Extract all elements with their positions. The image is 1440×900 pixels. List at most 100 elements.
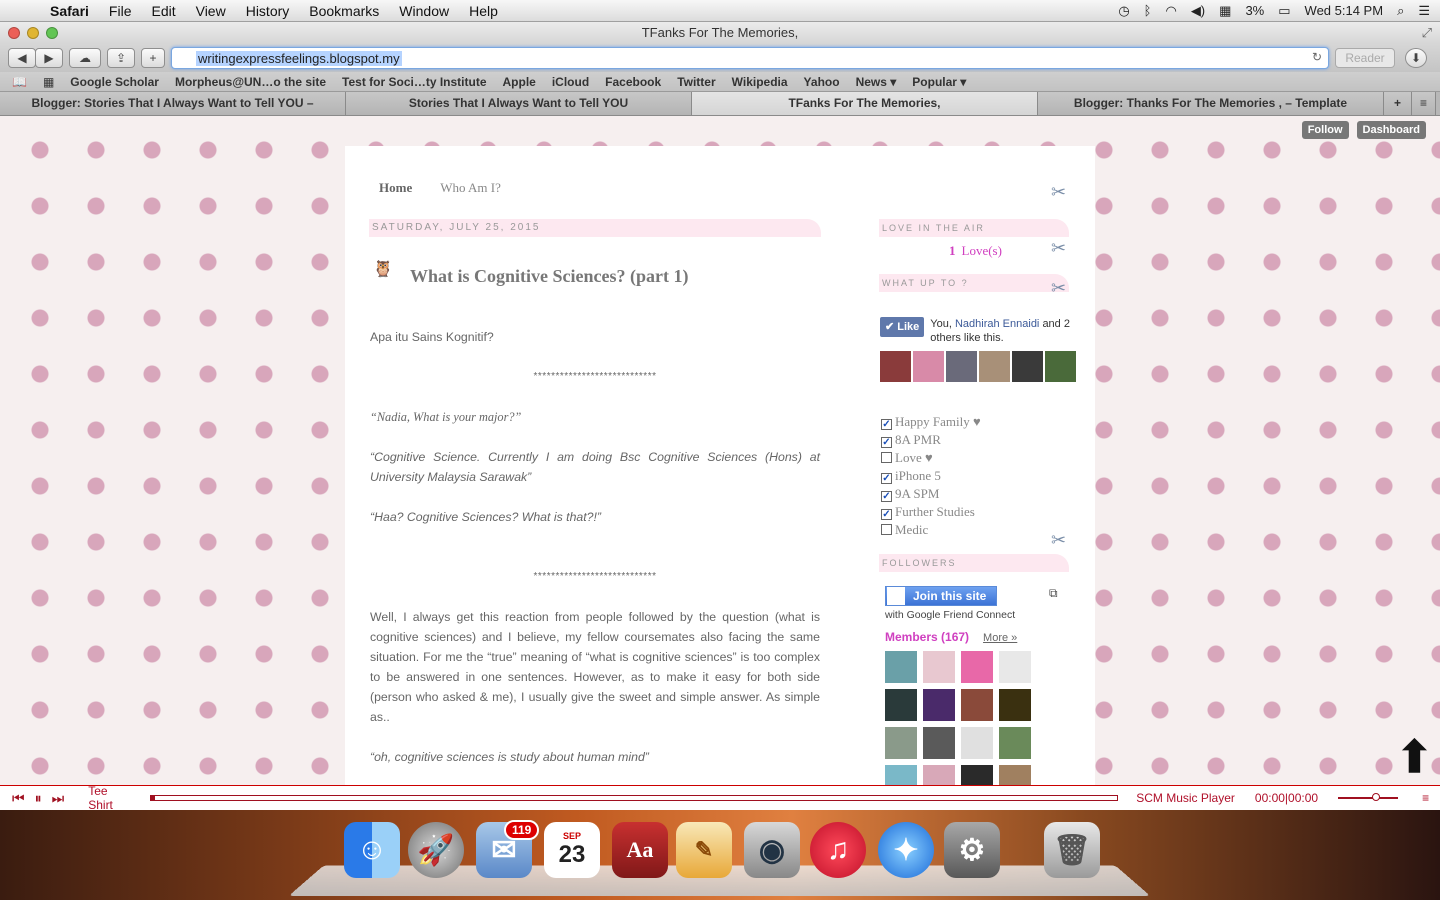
checklist-item[interactable]: Love ♥ (881, 449, 981, 467)
avatar[interactable] (923, 689, 955, 721)
avatar[interactable] (979, 351, 1010, 382)
volume-slider[interactable] (1338, 793, 1399, 801)
notification-center-icon[interactable]: ☰ (1418, 3, 1430, 19)
avatar[interactable] (885, 765, 917, 785)
safari-icon[interactable]: ✦ (878, 822, 934, 878)
address-bar[interactable]: writingexpressfeelings.blogspot.my ↻ (171, 47, 1329, 69)
avatar[interactable] (923, 727, 955, 759)
bookmark-item[interactable]: Popular ▾ (912, 75, 966, 89)
reading-list-icon[interactable]: 📖 (12, 75, 27, 89)
more-members-link[interactable]: More » (983, 632, 1017, 644)
launchpad-icon[interactable]: 🚀 (408, 822, 464, 878)
tab-tfanks-active[interactable]: TFanks For The Memories, (692, 92, 1038, 115)
checklist-item[interactable]: Medic (881, 521, 981, 539)
menu-app-name[interactable]: Safari (40, 3, 99, 19)
facebook-like-button[interactable]: ✔ Like (880, 317, 925, 337)
zoom-window-button[interactable] (46, 27, 58, 39)
tab-blogger-template[interactable]: Blogger: Thanks For The Memories , – Tem… (1038, 92, 1384, 115)
avatar[interactable] (885, 651, 917, 683)
checkbox-unchecked[interactable] (881, 452, 892, 463)
post-title[interactable]: What is Cognitive Sciences? (part 1) (410, 266, 688, 287)
menu-bookmarks[interactable]: Bookmarks (299, 3, 389, 19)
facetime-icon[interactable]: ◉ (744, 822, 800, 878)
tab-blogger-stories[interactable]: Blogger: Stories That I Always Want to T… (0, 92, 346, 115)
avatar[interactable] (961, 765, 993, 785)
scroll-to-top-icon[interactable]: ⬆ (1396, 732, 1433, 783)
new-tab-button[interactable]: + (141, 48, 165, 68)
checkbox-checked[interactable]: ✓ (881, 509, 892, 520)
bookmark-item[interactable]: Wikipedia (732, 75, 788, 89)
pages-icon[interactable]: ✎ (676, 822, 732, 878)
calendar-status-icon[interactable]: ▦ (1219, 3, 1231, 19)
menu-edit[interactable]: Edit (141, 3, 185, 19)
bookmark-item[interactable]: iCloud (552, 75, 589, 89)
spotlight-icon[interactable]: ⌕ (1397, 3, 1404, 19)
share-button[interactable]: ⇪ (107, 48, 135, 68)
reload-icon[interactable]: ↻ (1312, 50, 1322, 64)
itunes-icon[interactable]: ♫ (810, 822, 866, 878)
bookmark-item[interactable]: Yahoo (804, 75, 840, 89)
avatar[interactable] (999, 651, 1031, 683)
forward-button[interactable]: ▶ (35, 48, 63, 68)
dictionary-icon[interactable]: Aa (612, 822, 668, 878)
avatar[interactable] (923, 651, 955, 683)
bookmark-item[interactable]: Apple (503, 75, 536, 89)
menu-view[interactable]: View (186, 3, 236, 19)
avatar[interactable] (961, 727, 993, 759)
finder-icon[interactable]: ☺ (344, 822, 400, 878)
wifi-icon[interactable]: ◠ (1165, 3, 1176, 19)
previous-track-icon[interactable]: ⏮ (12, 790, 25, 807)
avatar[interactable] (946, 351, 977, 382)
icloud-tabs-button[interactable]: ☁ (69, 48, 101, 68)
follow-button[interactable]: Follow (1301, 121, 1349, 139)
checklist-item[interactable]: ✓ 9A SPM (881, 485, 981, 503)
tab-overview-icon[interactable]: ≡ (1412, 92, 1436, 115)
edit-tool-icon[interactable]: ✂ (1051, 530, 1066, 551)
avatar[interactable] (999, 765, 1031, 785)
pause-icon[interactable]: ⏸ (35, 790, 42, 807)
edit-tool-icon[interactable]: ✂ (1051, 278, 1066, 299)
next-track-icon[interactable]: ⏭ (52, 790, 65, 807)
bookmark-item[interactable]: Test for Soci…ty Institute (342, 75, 486, 89)
like-friend-link[interactable]: Nadhirah Ennaidi (955, 318, 1039, 330)
avatar[interactable] (999, 689, 1031, 721)
add-tab-button[interactable]: + (1384, 92, 1412, 115)
dashboard-button[interactable]: Dashboard (1356, 121, 1426, 139)
minimize-window-button[interactable] (27, 27, 39, 39)
checkbox-unchecked[interactable] (881, 524, 892, 535)
fullscreen-icon[interactable]: ⤢ (1422, 22, 1432, 44)
bookmark-item[interactable]: Twitter (677, 75, 715, 89)
popout-icon[interactable]: ⧉ (1049, 586, 1058, 601)
volume-icon[interactable]: ◀) (1191, 3, 1205, 19)
checklist-item[interactable]: ✓ Happy Family ♥ (881, 413, 981, 431)
menu-file[interactable]: File (99, 3, 142, 19)
tab-stories[interactable]: Stories That I Always Want to Tell YOU (346, 92, 692, 115)
menu-window[interactable]: Window (389, 3, 459, 19)
playlist-icon[interactable]: ≡ (1422, 791, 1429, 805)
love-counter[interactable]: 1 Love(s) (949, 243, 1002, 259)
bookmark-item[interactable]: Google Scholar (70, 75, 159, 89)
avatar[interactable] (885, 727, 917, 759)
avatar[interactable] (999, 727, 1031, 759)
menu-help[interactable]: Help (459, 3, 508, 19)
avatar[interactable] (923, 765, 955, 785)
bookmark-item[interactable]: Morpheus@UN…o the site (175, 75, 326, 89)
avatar[interactable] (1012, 351, 1043, 382)
nav-who-am-i-link[interactable]: Who Am I? (440, 180, 501, 196)
bookmark-item[interactable]: Facebook (605, 75, 661, 89)
calendar-icon[interactable]: SEP 23 (544, 822, 600, 878)
avatar[interactable] (880, 351, 911, 382)
clock[interactable]: Wed 5:14 PM (1305, 3, 1384, 18)
checkbox-checked[interactable]: ✓ (881, 473, 892, 484)
bluetooth-icon[interactable]: ᛒ (1144, 3, 1152, 18)
checklist-item[interactable]: ✓ Further Studies (881, 503, 981, 521)
bookmark-item[interactable]: News ▾ (856, 75, 897, 89)
progress-bar[interactable] (150, 795, 1119, 801)
time-machine-icon[interactable]: ◷ (1118, 3, 1129, 19)
checklist-item[interactable]: ✓ iPhone 5 (881, 467, 981, 485)
avatar[interactable] (961, 689, 993, 721)
avatar[interactable] (961, 651, 993, 683)
system-preferences-icon[interactable]: ⚙ (944, 822, 1000, 878)
checkbox-checked[interactable]: ✓ (881, 419, 892, 430)
avatar[interactable] (1045, 351, 1076, 382)
